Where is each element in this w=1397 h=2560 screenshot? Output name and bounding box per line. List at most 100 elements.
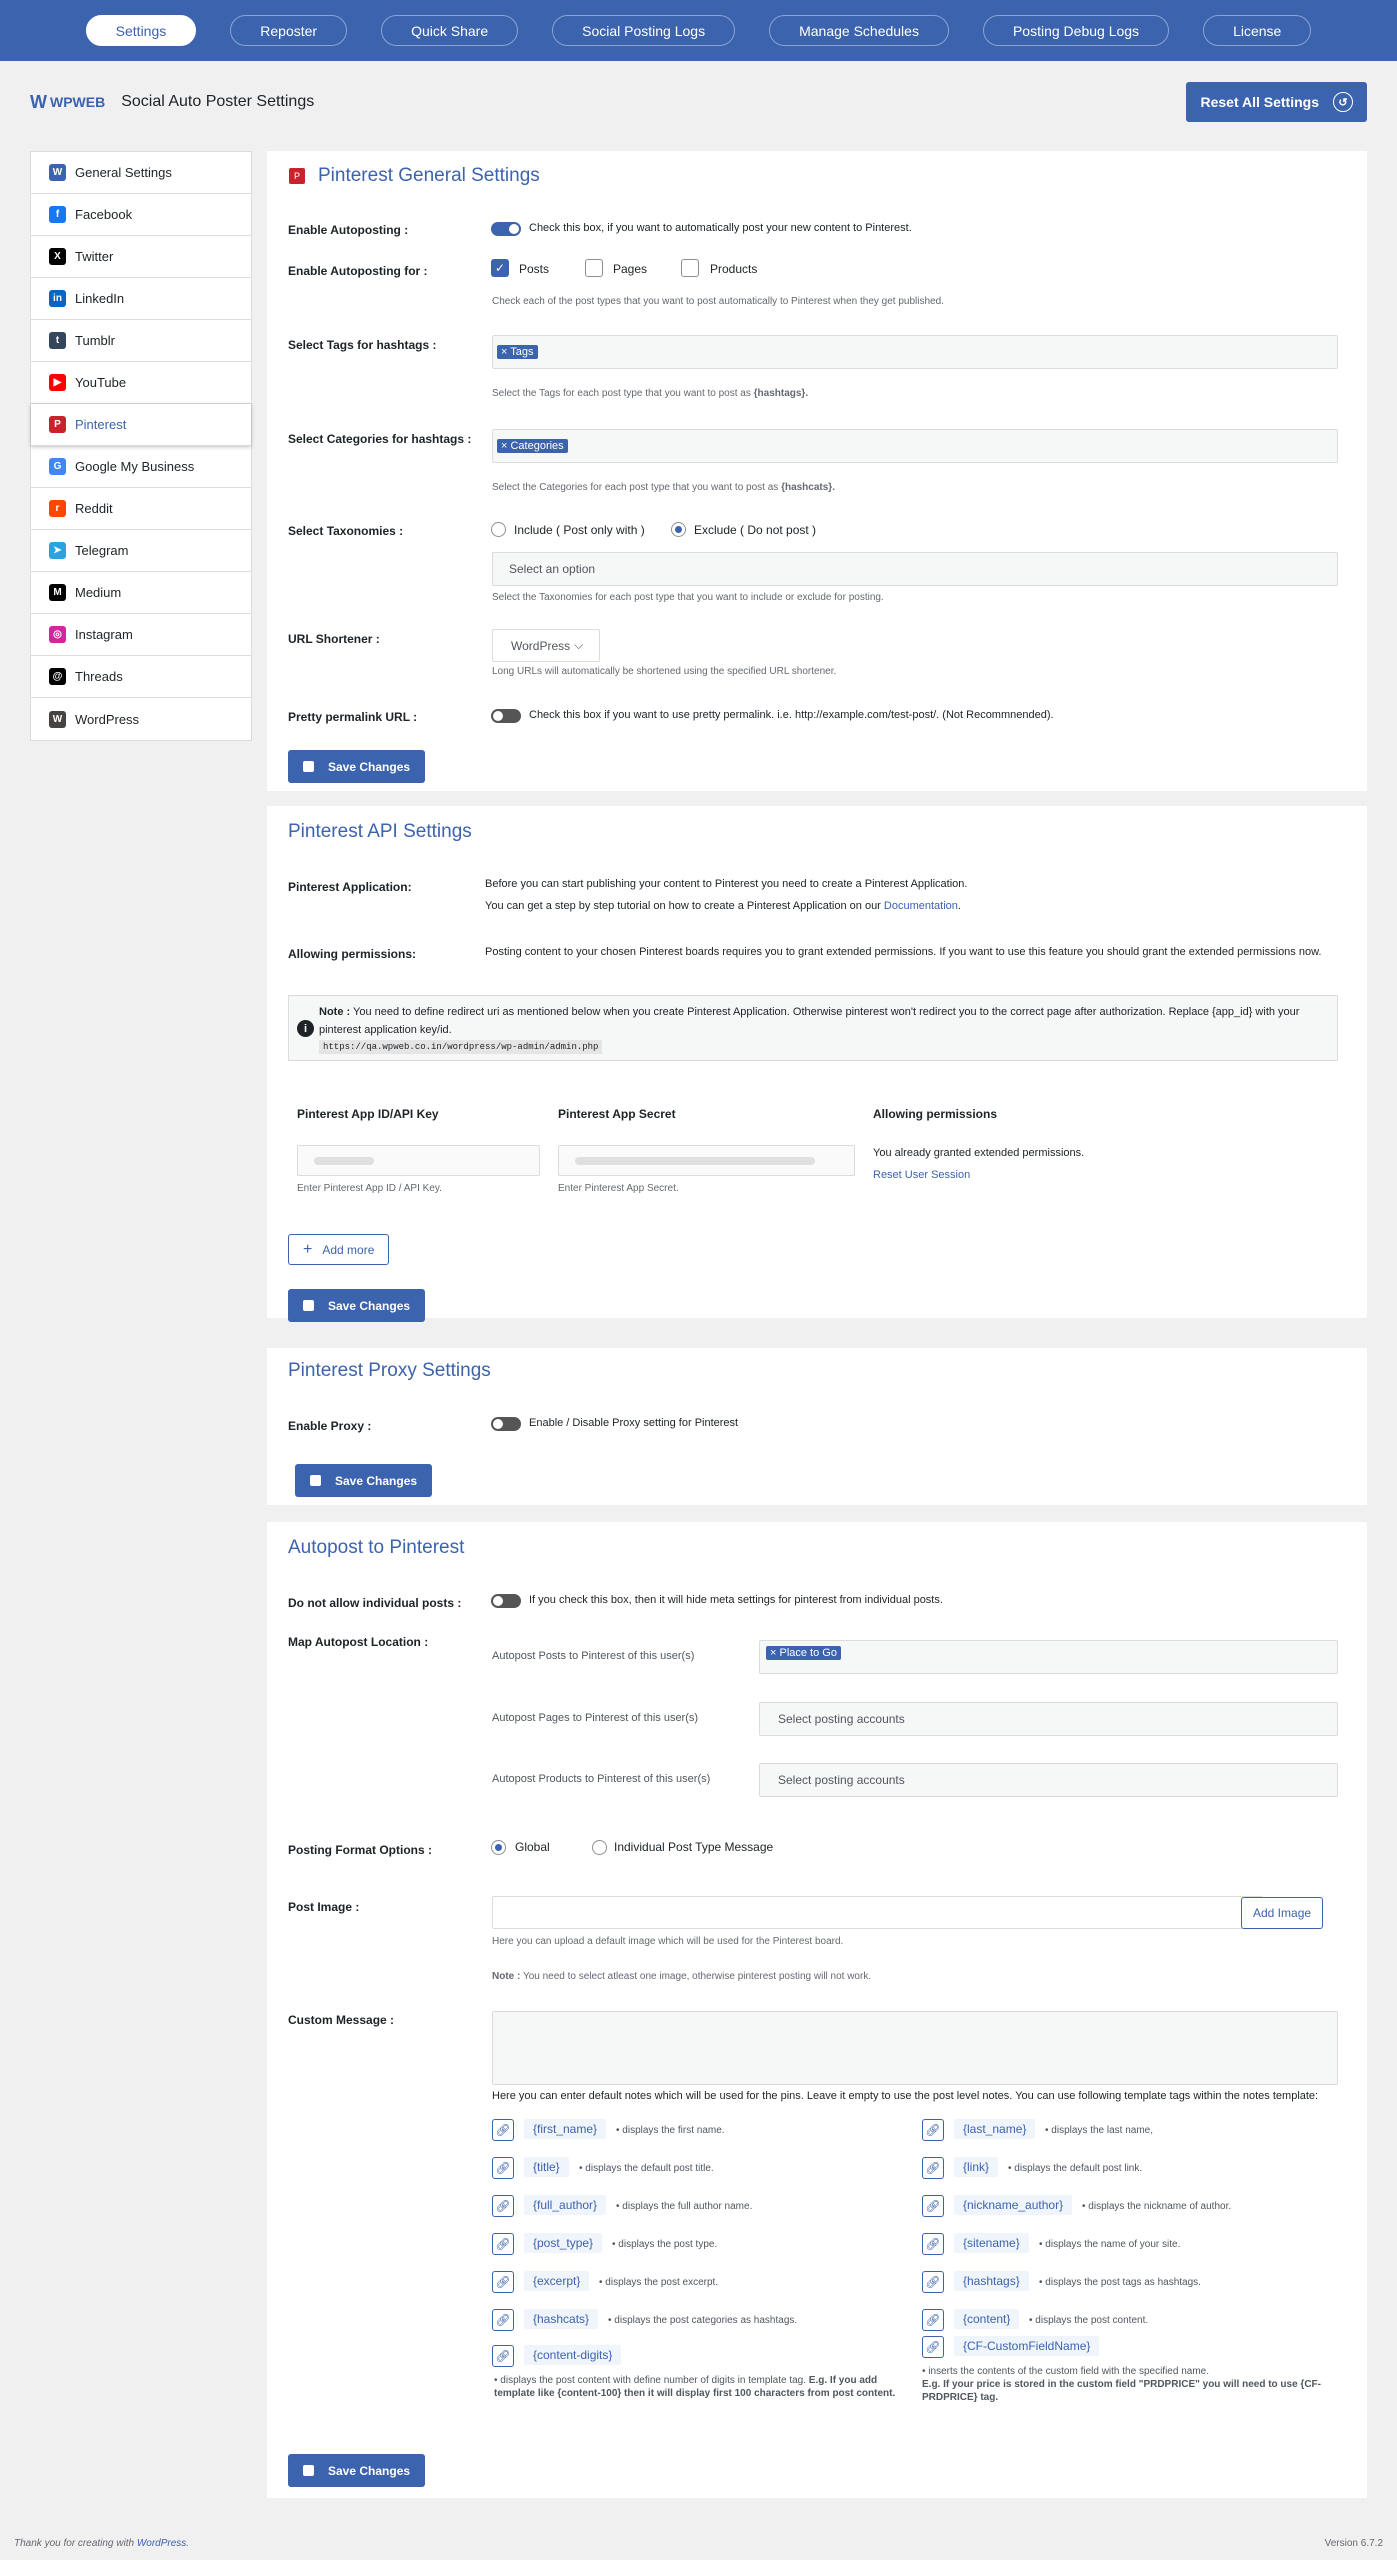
link-icon[interactable]: 🔗︎ [492, 2195, 514, 2217]
sidebar-item-tumblr[interactable]: t Tumblr [31, 320, 251, 362]
api-key-input[interactable] [297, 1145, 540, 1176]
template-tag[interactable]: {content-digits} [524, 2345, 622, 2365]
template-tag[interactable]: {sitename} [954, 2233, 1029, 2253]
tab-quick-share[interactable]: Quick Share [381, 15, 519, 46]
template-tag[interactable]: {last_name} [954, 2119, 1036, 2139]
individual-posts-desc: If you check this box, then it will hide… [529, 1594, 943, 1606]
sidebar-item-label: Google My Business [75, 459, 195, 474]
link-icon[interactable]: 🔗︎ [492, 2309, 514, 2331]
tab-reposter[interactable]: Reposter [230, 15, 348, 46]
link-icon[interactable]: 🔗︎ [922, 2157, 944, 2179]
products-checkbox[interactable] [681, 259, 699, 277]
link-icon[interactable]: 🔗︎ [922, 2336, 944, 2358]
global-radio[interactable] [491, 1840, 506, 1855]
template-tag[interactable]: {post_type} [524, 2233, 603, 2253]
template-tag[interactable]: {link} [954, 2157, 999, 2177]
sidebar-item-pinterest[interactable]: P Pinterest [31, 404, 251, 446]
tab-license[interactable]: License [1203, 15, 1312, 46]
save-changes-button[interactable]: Save Changes [288, 1289, 426, 1322]
account-chip[interactable]: × Place to Go [766, 1646, 841, 1660]
pinterest-icon: P [49, 416, 66, 433]
reset-icon: ↺ [1333, 92, 1353, 112]
link-icon[interactable]: 🔗︎ [492, 2119, 514, 2141]
note-text: Note : You need to define redirect uri a… [319, 1006, 1300, 1036]
sidebar-item-reddit[interactable]: r Reddit [31, 488, 251, 530]
link-icon[interactable]: 🔗︎ [492, 2345, 514, 2367]
link-icon[interactable]: 🔗︎ [922, 2271, 944, 2293]
enable-autoposting-toggle[interactable] [491, 222, 521, 236]
medium-icon: M [49, 584, 66, 601]
map-pages-select[interactable]: Select posting accounts [759, 1702, 1338, 1736]
template-tag[interactable]: {title} [524, 2157, 569, 2177]
link-icon[interactable]: 🔗︎ [492, 2233, 514, 2255]
link-icon[interactable]: 🔗︎ [922, 2195, 944, 2217]
map-products-select[interactable]: Select posting accounts [759, 1763, 1338, 1797]
url-shortener-select[interactable]: WordPress ⌵ [492, 629, 600, 662]
categories-chip[interactable]: × Categories [497, 439, 568, 453]
template-tag[interactable]: {CF-CustomFieldName} [954, 2336, 1100, 2356]
include-radio[interactable] [491, 522, 506, 537]
template-tag-desc: • displays the full author name. [616, 2201, 753, 2212]
add-image-button[interactable]: Add Image [1241, 1897, 1324, 1929]
individual-posts-toggle[interactable] [491, 1594, 521, 1608]
tab-posting-debug-logs[interactable]: Posting Debug Logs [982, 15, 1170, 46]
tags-chip[interactable]: × Tags [497, 345, 538, 359]
save-changes-button[interactable]: Save Changes [295, 1464, 433, 1497]
save-changes-button[interactable]: Save Changes [288, 750, 426, 783]
enable-proxy-toggle[interactable] [491, 1417, 521, 1431]
save-changes-button[interactable]: Save Changes [288, 2454, 426, 2487]
sidebar-item-youtube[interactable]: ▶ YouTube [31, 362, 251, 404]
reset-all-settings-button[interactable]: Reset All Settings ↺ [1186, 82, 1367, 122]
pretty-permalink-desc: Check this box if you want to use pretty… [529, 709, 1054, 721]
template-tag[interactable]: {excerpt} [524, 2271, 590, 2291]
template-tag-desc: • displays the post type. [612, 2239, 718, 2250]
url-shortener-label: URL Shortener : [288, 632, 380, 646]
documentation-link[interactable]: Documentation [884, 900, 958, 912]
pretty-permalink-toggle[interactable] [491, 709, 521, 723]
add-more-button[interactable]: + Add more [288, 1234, 390, 1265]
tab-manage-schedules[interactable]: Manage Schedules [769, 15, 949, 46]
tab-social-posting-logs[interactable]: Social Posting Logs [552, 15, 736, 46]
top-nav: Settings Reposter Quick Share Social Pos… [0, 0, 1397, 61]
sidebar-item-wordpress[interactable]: W WordPress [31, 698, 251, 740]
wordpress-link[interactable]: WordPress [137, 2538, 186, 2549]
tags-select[interactable]: × Tags [492, 335, 1338, 369]
sidebar-item-general-settings[interactable]: W General Settings [31, 152, 251, 194]
posts-checkbox[interactable]: ✓ [491, 259, 509, 277]
reset-user-session-link[interactable]: Reset User Session [873, 1169, 970, 1181]
post-image-input[interactable] [492, 1896, 1263, 1929]
save-icon [310, 1475, 321, 1486]
tab-settings[interactable]: Settings [85, 15, 197, 46]
sidebar-item-label: LinkedIn [75, 291, 125, 306]
taxonomies-select[interactable]: Select an option [492, 552, 1338, 586]
template-tag[interactable]: {content} [954, 2309, 1020, 2329]
sidebar-item-medium[interactable]: M Medium [31, 572, 251, 614]
link-icon[interactable]: 🔗︎ [492, 2157, 514, 2179]
categories-select[interactable]: × Categories [492, 429, 1338, 463]
template-tag[interactable]: {hashcats} [524, 2309, 599, 2329]
sidebar-item-facebook[interactable]: f Facebook [31, 194, 251, 236]
exclude-radio[interactable] [671, 522, 686, 537]
sidebar-item-telegram[interactable]: ➤ Telegram [31, 530, 251, 572]
link-icon[interactable]: 🔗︎ [492, 2271, 514, 2293]
template-tag[interactable]: {hashtags} [954, 2271, 1029, 2291]
custom-message-textarea[interactable] [492, 2011, 1338, 2085]
pages-checkbox[interactable] [585, 259, 603, 277]
template-tag[interactable]: {full_author} [524, 2195, 607, 2215]
link-icon[interactable]: 🔗︎ [922, 2309, 944, 2331]
map-posts-select[interactable]: × Place to Go [759, 1640, 1338, 1674]
sidebar-item-linkedin[interactable]: in LinkedIn [31, 278, 251, 320]
sidebar-item-label: Medium [75, 585, 122, 600]
link-icon[interactable]: 🔗︎ [922, 2119, 944, 2141]
sidebar-item-threads[interactable]: @ Threads [31, 656, 251, 698]
template-tag-desc: • displays the post tags as hashtags. [1039, 2277, 1201, 2288]
sidebar-item-instagram[interactable]: ◎ Instagram [31, 614, 251, 656]
link-icon[interactable]: 🔗︎ [922, 2233, 944, 2255]
template-tag[interactable]: {first_name} [524, 2119, 607, 2139]
sidebar-item-google-my-business[interactable]: G Google My Business [31, 446, 251, 488]
api-settings-panel: Pinterest API Settings Pinterest Applica… [267, 806, 1367, 1322]
sidebar-item-twitter[interactable]: X Twitter [31, 236, 251, 278]
template-tag[interactable]: {nickname_author} [954, 2195, 1073, 2215]
app-secret-input[interactable] [558, 1145, 855, 1176]
individual-radio[interactable] [592, 1840, 607, 1855]
